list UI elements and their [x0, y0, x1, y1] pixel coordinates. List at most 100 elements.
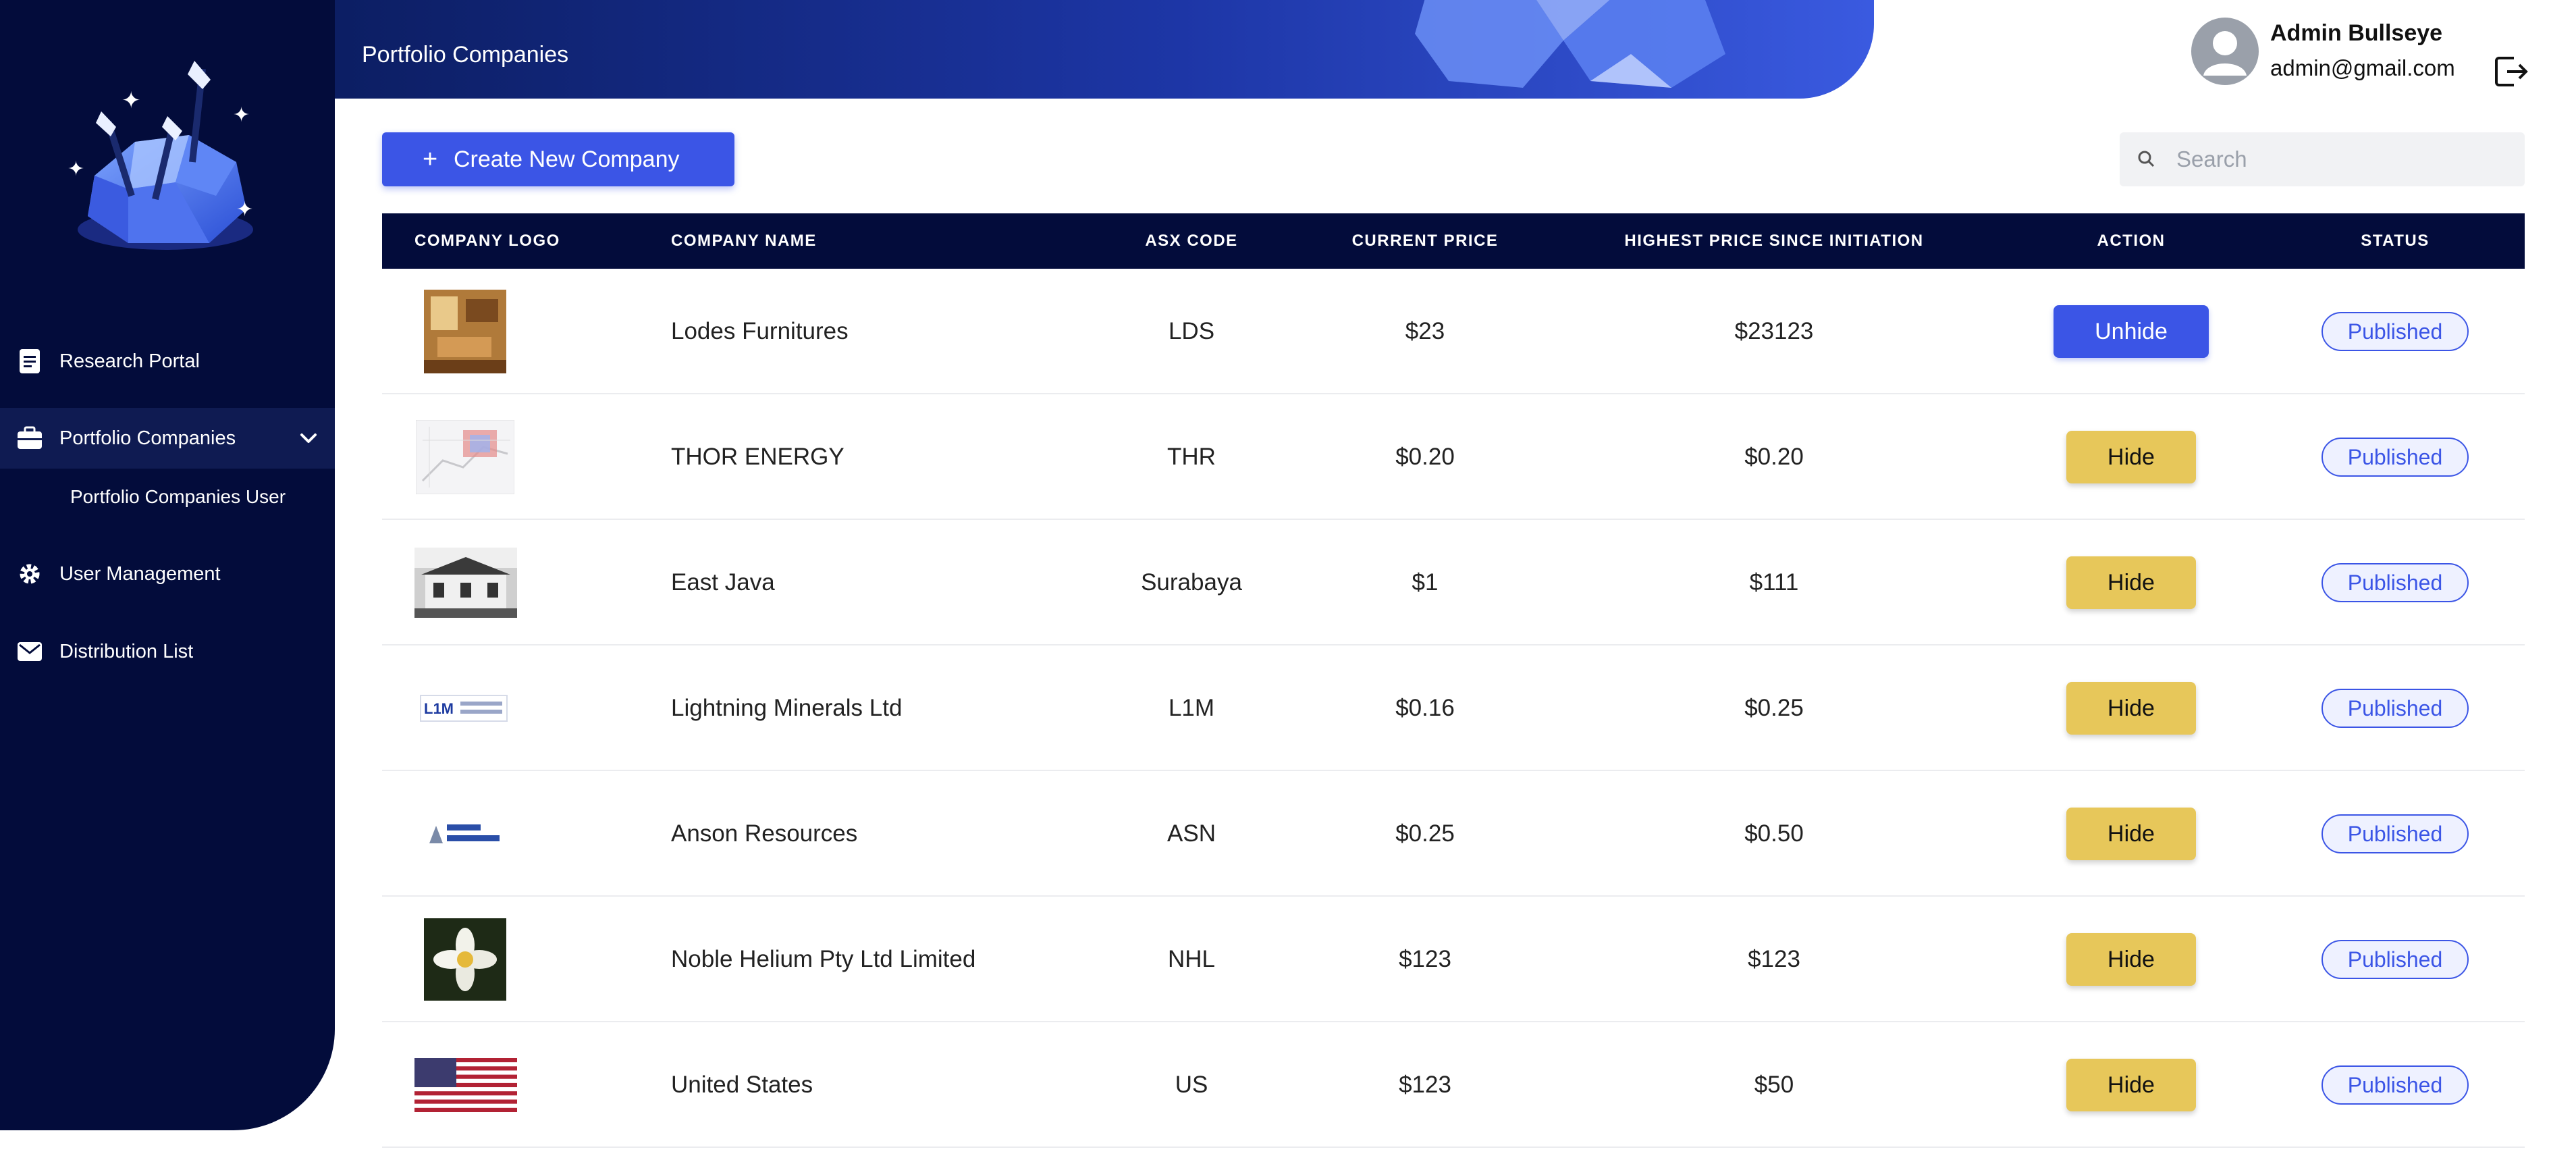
- company-logo: [424, 897, 506, 1022]
- status-badge: Published: [2322, 814, 2469, 853]
- table-row: Anson Resources ASN $0.25 $0.50 Hide Pub…: [382, 771, 2525, 897]
- sidebar-item-user-management[interactable]: User Management: [0, 544, 335, 604]
- highest-price: $50: [1754, 1072, 1794, 1098]
- header-status: STATUS: [2361, 232, 2430, 250]
- asx-code: ASN: [1167, 820, 1216, 847]
- status-badge: Published: [2322, 1065, 2469, 1105]
- table-header: COMPANY LOGO COMPANY NAME ASX CODE CURRE…: [382, 213, 2525, 269]
- company-logo: [416, 394, 514, 520]
- table-row: East Java Surabaya $1 $111 Hide Publishe…: [382, 520, 2525, 645]
- svg-text:L1M: L1M: [424, 700, 454, 717]
- search-icon: [2138, 151, 2155, 167]
- header-company-name: COMPANY NAME: [671, 232, 817, 250]
- lightning-minerals-logo: L1M: [420, 695, 508, 722]
- create-button-label: Create New Company: [454, 146, 680, 172]
- asx-code: L1M: [1168, 695, 1215, 721]
- current-price: $23: [1405, 318, 1445, 344]
- hide-button[interactable]: Hide: [2066, 682, 2196, 735]
- company-logo: [427, 771, 504, 897]
- create-new-company-button[interactable]: + Create New Company: [382, 132, 734, 186]
- plus-icon: +: [423, 145, 438, 174]
- briefcase-icon: [16, 425, 43, 452]
- current-price: $0.25: [1395, 820, 1455, 847]
- sidebar-item-label: Distribution List: [59, 640, 194, 662]
- header-highest-price: HIGHEST PRICE SINCE INITIATION: [1624, 232, 1924, 250]
- status-badge: Published: [2322, 689, 2469, 728]
- hide-button[interactable]: Hide: [2066, 933, 2196, 986]
- table-row: L1M Lightning Minerals Ltd L1M $0.16 $0.…: [382, 645, 2525, 771]
- highest-price: $23123: [1734, 318, 1814, 344]
- svg-text:✦: ✦: [68, 157, 84, 181]
- company-name: Noble Helium Pty Ltd Limited: [671, 946, 976, 972]
- header-gem-graphic: [1415, 0, 1725, 88]
- building-photo: [414, 548, 517, 618]
- user-email: admin@gmail.com: [2270, 55, 2455, 80]
- asx-code: Surabaya: [1141, 569, 1242, 596]
- svg-text:✦: ✦: [233, 103, 250, 127]
- company-name: THOR ENERGY: [671, 444, 844, 470]
- highest-price: $0.50: [1744, 820, 1804, 847]
- sidebar: ✦ ✦ ✦ ✦ Research Portal Portfolio Compan…: [0, 0, 335, 1130]
- document-icon: [16, 348, 43, 375]
- header-action: ACTION: [2097, 232, 2166, 250]
- anson-resources-logo: [427, 820, 504, 847]
- sidebar-item-distribution-list[interactable]: Distribution List: [0, 621, 335, 682]
- sidebar-item-portfolio-companies[interactable]: Portfolio Companies: [0, 408, 335, 469]
- hide-button[interactable]: Hide: [2066, 556, 2196, 609]
- hide-button[interactable]: Hide: [2066, 1059, 2196, 1111]
- status-badge: Published: [2322, 940, 2469, 979]
- user-profile: Admin Bullseye admin@gmail.com: [2191, 15, 2569, 89]
- table-row: THOR ENERGY THR $0.20 $0.20 Hide Publish…: [382, 394, 2525, 520]
- header-current-price: CURRENT PRICE: [1351, 232, 1499, 250]
- unhide-button[interactable]: Unhide: [2054, 305, 2209, 358]
- user-name: Admin Bullseye: [2270, 20, 2443, 46]
- avatar[interactable]: [2191, 18, 2259, 85]
- search-input[interactable]: [2176, 132, 2514, 186]
- logout-icon[interactable]: [2494, 54, 2529, 89]
- hide-button[interactable]: Hide: [2066, 808, 2196, 860]
- status-badge: Published: [2322, 312, 2469, 351]
- page-title: Portfolio Companies: [362, 42, 569, 68]
- current-price: $0.20: [1395, 444, 1455, 470]
- current-price: $123: [1399, 946, 1451, 972]
- table-row: Lodes Furnitures LDS $23 $23123 Unhide P…: [382, 269, 2525, 394]
- sidebar-item-research-portal[interactable]: Research Portal: [0, 331, 335, 392]
- company-name: Lodes Furnitures: [671, 318, 849, 344]
- header-company-logo: COMPANY LOGO: [414, 232, 560, 250]
- status-badge: Published: [2322, 438, 2469, 477]
- search-box: [2120, 132, 2525, 186]
- highest-price: $123: [1748, 946, 1800, 972]
- svg-text:✦: ✦: [236, 198, 253, 221]
- us-flag: [414, 1058, 517, 1112]
- company-name: Lightning Minerals Ltd: [671, 695, 903, 721]
- mail-icon: [16, 638, 43, 665]
- asx-code: LDS: [1168, 318, 1215, 344]
- current-price: $123: [1399, 1072, 1451, 1098]
- table-row: United States US $123 $50 Hide Published: [382, 1022, 2525, 1148]
- furniture-room-photo: [424, 290, 506, 373]
- hide-button[interactable]: Hide: [2066, 431, 2196, 483]
- company-logo: [414, 520, 517, 645]
- company-logo: [414, 1022, 517, 1148]
- sidebar-item-label: Portfolio Companies: [59, 427, 236, 449]
- company-name: United States: [671, 1072, 813, 1098]
- gear-icon: [16, 560, 43, 587]
- chevron-down-icon[interactable]: [297, 427, 320, 450]
- sidebar-subitem-portfolio-companies-user[interactable]: Portfolio Companies User: [70, 486, 286, 508]
- highest-price: $111: [1749, 569, 1799, 596]
- header-asx-code: ASX CODE: [1145, 232, 1238, 250]
- company-name: East Java: [671, 569, 775, 596]
- company-logo: [424, 269, 506, 394]
- table-row: Noble Helium Pty Ltd Limited NHL $123 $1…: [382, 897, 2525, 1022]
- sidebar-item-label: Research Portal: [59, 350, 200, 372]
- map-logo: [416, 420, 514, 494]
- company-logo: L1M: [420, 645, 508, 771]
- highest-price: $0.20: [1744, 444, 1804, 470]
- company-name: Anson Resources: [671, 820, 858, 847]
- bullseye-logo: ✦ ✦ ✦ ✦: [68, 61, 253, 250]
- asx-code: THR: [1167, 444, 1216, 470]
- highest-price: $0.25: [1744, 695, 1804, 721]
- svg-text:✦: ✦: [122, 87, 141, 114]
- sidebar-item-label: User Management: [59, 562, 221, 585]
- status-badge: Published: [2322, 563, 2469, 602]
